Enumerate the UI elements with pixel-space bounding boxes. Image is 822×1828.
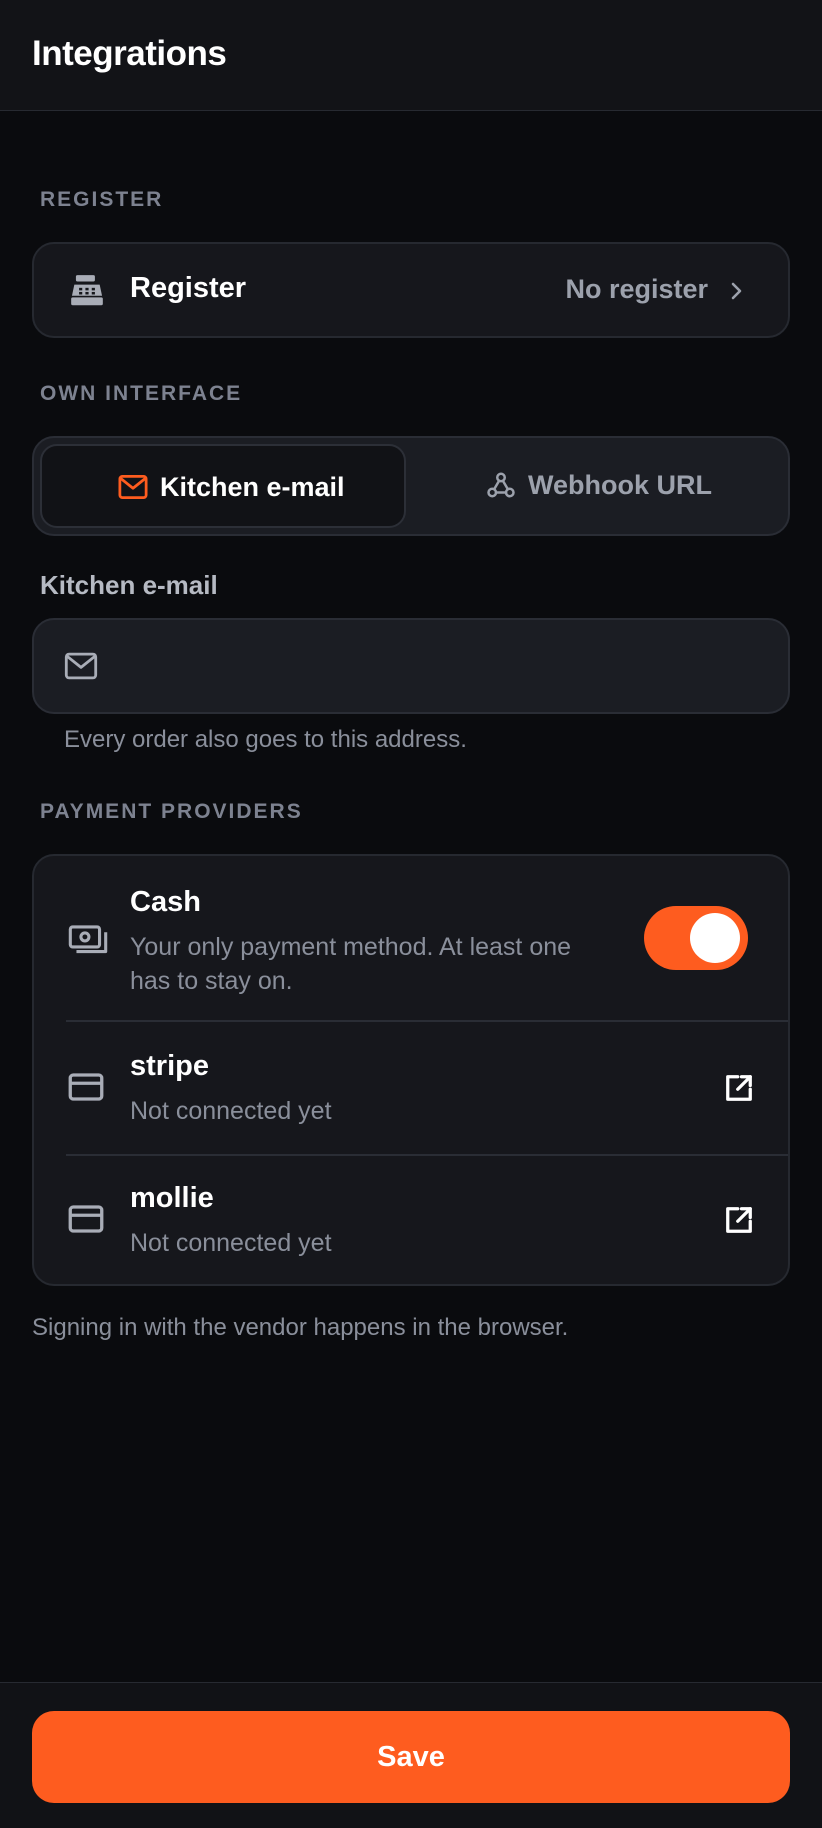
cash-icon [68,924,108,956]
credit-card-icon [68,1204,104,1234]
kitchen-email-field[interactable] [32,618,790,714]
external-link-icon[interactable] [724,1205,754,1235]
page-title: Integrations [32,34,227,73]
register-row[interactable]: Register No register [32,242,790,338]
providers-footnote: Signing in with the vendor happens in th… [32,1314,569,1341]
provider-description: Not connected yet [130,1229,332,1257]
mail-icon [118,474,148,500]
provider-name: stripe [130,1050,209,1082]
provider-name: mollie [130,1182,214,1214]
provider-description: Not connected yet [130,1097,332,1125]
provider-description: Your only payment method. At least one h… [130,933,572,995]
provider-row-mollie[interactable]: mollie Not connected yet [34,1156,788,1288]
register-title: Register [130,272,247,304]
kitchen-email-field-label: Kitchen e-mail [40,570,218,600]
integrations-screen: Integrations REGISTER Register No regist… [0,0,822,1828]
tab-webhook-url[interactable]: Webhook URL [410,444,780,528]
payment-section-label: PAYMENT PROVIDERS [40,800,303,823]
register-section-label: REGISTER [40,188,164,211]
tab-kitchen-email-label: Kitchen e-mail [160,472,345,502]
payment-providers-card: Cash Your only payment method. At least … [32,854,790,1286]
tab-kitchen-email[interactable]: Kitchen e-mail [40,444,406,528]
register-value: No register [565,274,708,304]
save-button[interactable]: Save [32,1711,790,1803]
cash-toggle[interactable] [644,906,748,970]
provider-name: Cash [130,886,201,918]
app-header: Integrations [0,0,822,111]
mail-icon [64,652,98,680]
cash-register-icon [68,272,106,310]
external-link-icon[interactable] [724,1073,754,1103]
kitchen-email-input[interactable] [134,638,764,694]
chevron-right-icon [724,279,748,303]
provider-row-stripe[interactable]: stripe Not connected yet [34,1022,788,1154]
provider-row-cash: Cash Your only payment method. At least … [34,856,788,1022]
webhook-icon [486,470,516,500]
interface-section-label: OWN INTERFACE [40,382,243,405]
credit-card-icon [68,1072,104,1102]
kitchen-email-helper: Every order also goes to this address. [64,726,467,753]
interface-segmented-control: Kitchen e-mail Webhook URL [32,436,790,536]
tab-webhook-url-label: Webhook URL [528,470,712,500]
toggle-knob [690,913,740,963]
footer-bar: Save [0,1682,822,1828]
